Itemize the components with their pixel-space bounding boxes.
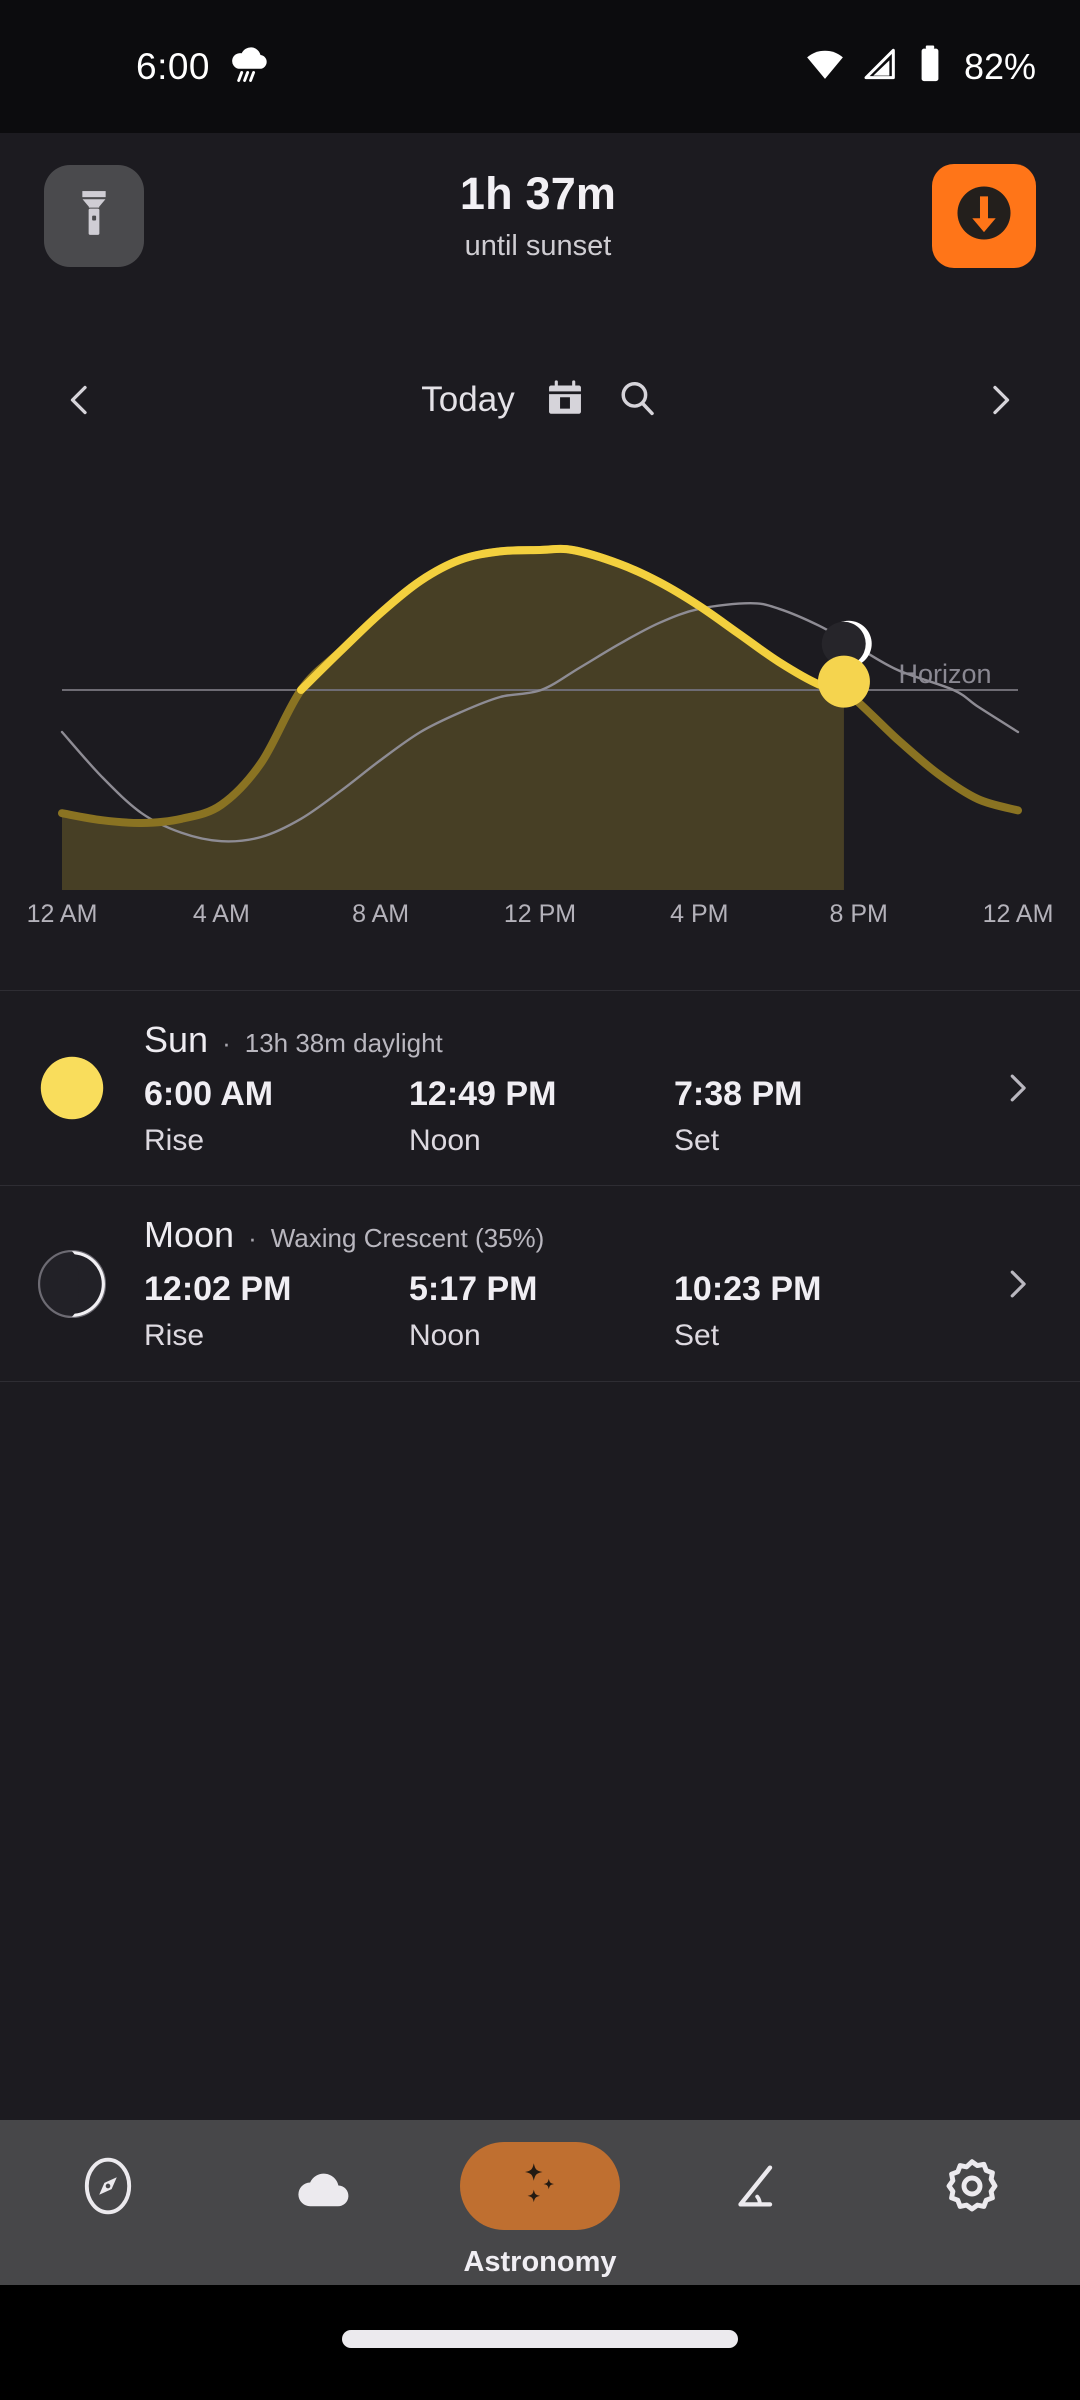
compass-icon	[64, 2142, 152, 2230]
nav-item-astronomy[interactable]: Astronomy	[450, 2142, 630, 2279]
sun-row-chevron-right-icon[interactable]	[976, 1069, 1036, 1107]
bottom-navigation-bar: Astronomy	[0, 2120, 1080, 2285]
home-indicator[interactable]	[342, 2330, 738, 2348]
moon-noon-cell: 5:17 PM Noon	[409, 1270, 674, 1353]
nav-item-settings[interactable]	[882, 2142, 1062, 2230]
nav-item-compass[interactable]	[18, 2142, 198, 2230]
battery-percent: 82%	[963, 45, 1036, 87]
chart-x-axis: 12 AM 4 AM 8 AM 12 PM 4 PM 8 PM 12 AM	[0, 900, 1080, 955]
date-navigation: Today	[0, 345, 1080, 455]
astro-list: Sun · 13h 38m daylight 6:00 AM Rise 12:4…	[0, 990, 1080, 1382]
x-axis-tick: 4 AM	[192, 900, 250, 928]
moon-set-cell: 10:23 PM Set	[674, 1270, 939, 1353]
moon-phase-icon	[0, 1246, 144, 1322]
sun-row-separator: ·	[222, 1027, 231, 1058]
stars-icon	[460, 2142, 620, 2230]
nav-label-astronomy: Astronomy	[463, 2246, 617, 2278]
top-header: 1h 37m until sunset	[0, 133, 1080, 298]
x-axis-tick: 12 PM	[503, 900, 577, 928]
app-screen: 6:00 82% 1h 37m until sunset Today Horiz…	[0, 0, 1080, 2400]
x-axis-tick: 12 AM	[26, 900, 98, 928]
sun-rise-value: 6:00 AM	[144, 1074, 274, 1113]
status-bar: 6:00 82%	[0, 0, 1080, 133]
nav-item-weather[interactable]	[234, 2142, 414, 2230]
moon-rise-label: Rise	[144, 1319, 205, 1352]
next-day-button[interactable]	[970, 370, 1030, 430]
prev-day-button[interactable]	[50, 370, 110, 430]
flashlight-icon	[66, 185, 122, 246]
status-bar-right: 82%	[804, 43, 1036, 90]
nav-item-inclinometer[interactable]	[666, 2142, 846, 2230]
inclinometer-icon	[712, 2142, 800, 2230]
battery-icon	[914, 43, 946, 90]
cloud-icon	[280, 2142, 368, 2230]
wifi-icon	[804, 43, 846, 90]
search-icon[interactable]	[615, 376, 659, 425]
moon-times: 12:02 PM Rise 5:17 PM Noon 10:23 PM Set	[144, 1270, 976, 1353]
sun-row-title: Sun	[144, 1018, 209, 1060]
sun-rise-cell: 6:00 AM Rise	[144, 1075, 409, 1158]
sun-noon-cell: 12:49 PM Noon	[409, 1075, 674, 1158]
moon-noon-value: 5:17 PM	[409, 1270, 538, 1308]
moon-row-title: Moon	[144, 1214, 235, 1255]
sun-times: 6:00 AM Rise 12:49 PM Noon 7:38 PM Set	[144, 1075, 976, 1158]
moon-row-body: Moon · Waxing Crescent (35%) 12:02 PM Ri…	[144, 1214, 976, 1353]
moon-row-chevron-right-icon[interactable]	[976, 1265, 1036, 1303]
sun-set-label: Set	[674, 1123, 720, 1157]
status-clock: 6:00	[136, 45, 211, 87]
countdown-label: until sunset	[464, 230, 612, 262]
empty-content-area	[0, 1385, 1080, 2120]
current-date-label[interactable]: Today	[421, 380, 514, 420]
sunset-countdown: 1h 37m until sunset	[144, 168, 932, 263]
arc-chart-svg: Horizon	[58, 544, 1022, 890]
sun-daylight-duration: 13h 38m daylight	[244, 1027, 443, 1058]
x-axis-tick: 8 AM	[352, 900, 410, 928]
calendar-icon[interactable]	[543, 376, 587, 425]
sun-noon-label: Noon	[409, 1123, 481, 1157]
sun-set-value: 7:38 PM	[674, 1074, 803, 1113]
date-nav-center: Today	[421, 376, 658, 425]
horizon-label: Horizon	[898, 659, 991, 689]
moon-phase-label: Waxing Crescent (35%)	[270, 1223, 545, 1253]
x-axis-tick: 12 AM	[982, 900, 1054, 928]
daylight-fill	[62, 548, 846, 890]
moon-rise-cell: 12:02 PM Rise	[144, 1270, 409, 1353]
sun-row-heading: Sun · 13h 38m daylight	[144, 1019, 976, 1061]
download-button[interactable]	[932, 163, 1036, 268]
moon-noon-label: Noon	[409, 1319, 481, 1352]
moon-row-heading: Moon · Waxing Crescent (35%)	[144, 1214, 976, 1256]
sun-set-cell: 7:38 PM Set	[674, 1075, 939, 1158]
sun-icon	[0, 1052, 144, 1124]
status-bar-left: 6:00	[0, 41, 272, 92]
sun-noon-value: 12:49 PM	[409, 1074, 557, 1113]
x-axis-tick: 8 PM	[829, 900, 888, 928]
cell-signal-icon	[860, 44, 900, 89]
moon-rise-value: 12:02 PM	[144, 1270, 292, 1308]
sun-row-body: Sun · 13h 38m daylight 6:00 AM Rise 12:4…	[144, 1019, 976, 1158]
sun-moon-arc-chart[interactable]: Horizon	[0, 455, 1080, 900]
moon-row-separator: ·	[248, 1223, 257, 1253]
sun-rise-label: Rise	[144, 1123, 205, 1157]
moon-set-label: Set	[674, 1319, 720, 1352]
download-arrow-icon	[947, 176, 1021, 255]
gear-icon	[928, 2142, 1016, 2230]
rain-cloud-icon	[226, 41, 272, 92]
countdown-value: 1h 37m	[459, 168, 617, 219]
list-item-moon[interactable]: Moon · Waxing Crescent (35%) 12:02 PM Ri…	[0, 1186, 1080, 1382]
moon-set-value: 10:23 PM	[674, 1270, 822, 1308]
list-item-sun[interactable]: Sun · 13h 38m daylight 6:00 AM Rise 12:4…	[0, 990, 1080, 1186]
flashlight-button[interactable]	[44, 164, 144, 267]
x-axis-tick: 4 PM	[670, 900, 729, 928]
sun-current-position-marker	[817, 655, 870, 708]
gesture-navigation-bar	[0, 2285, 1080, 2400]
